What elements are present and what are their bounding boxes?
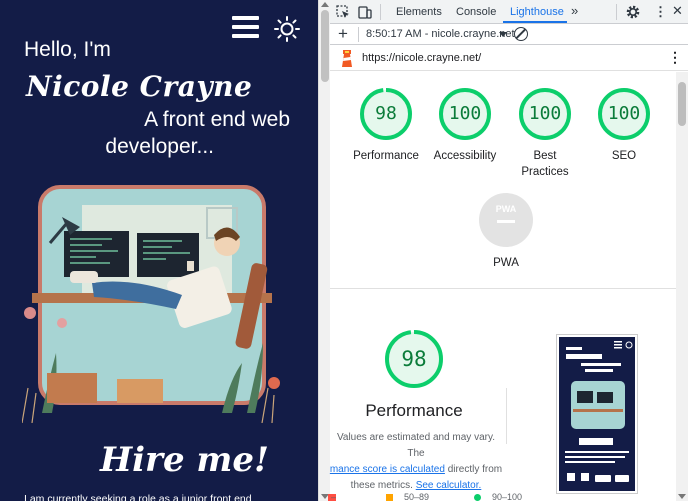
- devtools-panel: Elements Console Lighthouse » ⋮ ✕ + 8:50…: [328, 0, 688, 501]
- device-toolbar-icon[interactable]: [357, 4, 373, 20]
- clear-reports-icon[interactable]: [514, 27, 528, 41]
- report-selector[interactable]: 8:50:17 AM - nicole.crayne.net: [366, 28, 515, 40]
- report-url-bar: https://nicole.crayne.net/ ⋮: [330, 45, 688, 71]
- vertical-divider: [506, 388, 507, 444]
- best-practices-label: Best Practices: [521, 150, 569, 178]
- tab-separator: [380, 4, 381, 20]
- report-dropdown-arrow-icon[interactable]: [499, 32, 507, 37]
- legend-pass-circle-icon: [474, 494, 481, 501]
- best-practices-score-value: 100: [528, 103, 562, 124]
- pwa-badge-bar: [497, 220, 515, 223]
- intro-paragraph: I am currently seeking a role as a junio…: [24, 493, 252, 501]
- pwa-badge-text: PWA: [495, 204, 517, 214]
- report-menu-icon[interactable]: ⋮: [668, 49, 682, 66]
- final-screenshot-thumbnail[interactable]: [556, 334, 638, 494]
- settings-gear-icon[interactable]: [625, 4, 641, 20]
- best-practices-score-gauge[interactable]: 100: [518, 87, 572, 141]
- greeting-text: Hello, I'm: [24, 38, 111, 61]
- report-scrollbar-thumb[interactable]: [678, 82, 686, 126]
- report-scrollbar[interactable]: [676, 72, 688, 501]
- tab-lighthouse[interactable]: Lighthouse: [510, 6, 564, 18]
- performance-big-score: 98: [401, 347, 427, 371]
- performance-big-gauge: 98: [384, 329, 444, 389]
- toolbar-separator: [358, 27, 359, 42]
- website-preview: Hello, I'm Nicole Crayne A front end web…: [0, 0, 318, 501]
- hire-me-heading: Hire me!: [100, 440, 269, 480]
- performance-note: Values are estimated and may vary. The m…: [328, 430, 504, 494]
- legend-fail-range: –49: [331, 492, 337, 501]
- legend-average-square-icon: [386, 494, 393, 501]
- legend-average-range: 50–89: [404, 492, 430, 501]
- hamburger-menu-icon[interactable]: [232, 16, 259, 38]
- developer-name: Nicole Crayne: [26, 70, 253, 103]
- sun-icon[interactable]: [274, 16, 300, 42]
- pwa-badge[interactable]: PWA: [479, 193, 533, 247]
- see-calculator-link[interactable]: See calculator.: [416, 480, 482, 491]
- pwa-label: PWA: [493, 257, 519, 269]
- accessibility-score-gauge[interactable]: 100: [438, 87, 492, 141]
- close-devtools-icon[interactable]: ✕: [672, 3, 683, 19]
- scroll-up-arrow[interactable]: [321, 2, 329, 7]
- tab-elements[interactable]: Elements: [396, 6, 442, 18]
- website-scrollbar[interactable]: [318, 0, 330, 501]
- thumbnail-page-preview: [559, 337, 635, 491]
- scrollbar-thumb[interactable]: [321, 10, 329, 82]
- score-calculation-link[interactable]: mance score is calculated: [330, 464, 445, 475]
- inspect-element-icon[interactable]: [335, 4, 351, 20]
- performance-title: Performance: [365, 401, 463, 420]
- role-heading: A front end web developer...: [40, 106, 290, 160]
- more-tabs-button[interactable]: »: [571, 3, 578, 18]
- note-prefix: Values are estimated and may vary. The: [336, 432, 496, 459]
- performance-score-value: 98: [375, 103, 397, 124]
- report-scroll-down-arrow[interactable]: [678, 494, 686, 499]
- seo-score-gauge[interactable]: 100: [597, 87, 651, 141]
- role-line-2: developer...: [105, 135, 214, 158]
- hero-illustration: [22, 185, 280, 423]
- performance-label: Performance: [353, 150, 419, 162]
- new-report-button[interactable]: +: [338, 24, 348, 44]
- score-legend: –49 50–89 90–100: [328, 492, 676, 501]
- toolbar-separator: [616, 4, 617, 20]
- performance-score-gauge[interactable]: 98: [359, 87, 413, 141]
- role-line-1: A front end web: [144, 108, 290, 131]
- customize-devtools-menu-icon[interactable]: ⋮: [654, 4, 667, 20]
- active-tab-indicator: [503, 21, 567, 23]
- seo-label: SEO: [611, 150, 637, 162]
- devtools-tab-bar: Elements Console Lighthouse » ⋮ ✕: [330, 0, 688, 24]
- accessibility-score-value: 100: [448, 103, 482, 124]
- lighthouse-logo-icon: [342, 50, 352, 67]
- accessibility-label: Accessibility: [433, 150, 497, 162]
- section-divider: [330, 288, 676, 289]
- lighthouse-toolbar: + 8:50:17 AM - nicole.crayne.net: [330, 24, 688, 45]
- seo-score-value: 100: [607, 103, 641, 124]
- legend-pass-range: 90–100: [492, 492, 523, 501]
- audited-url: https://nicole.crayne.net/: [362, 52, 482, 64]
- tab-console[interactable]: Console: [456, 6, 496, 18]
